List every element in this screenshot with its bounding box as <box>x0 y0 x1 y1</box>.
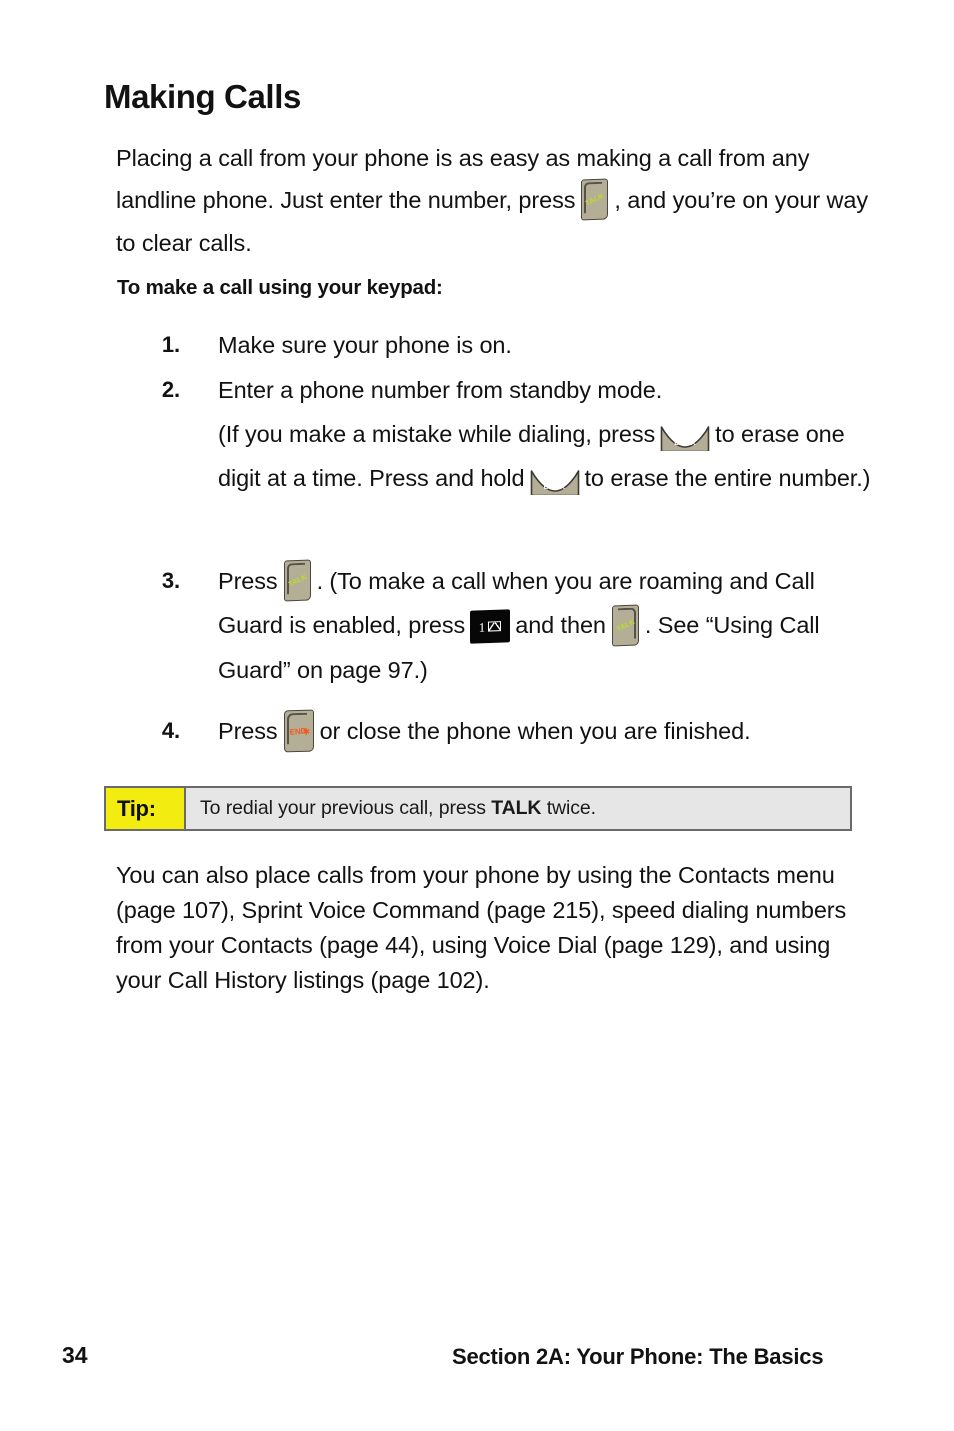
talk-key-label: TALK <box>584 192 606 208</box>
list-item-step-2: 2. Enter a phone number from standby mod… <box>140 368 880 500</box>
list-item-step-1: 1. Make sure your phone is on. <box>140 323 860 367</box>
tip-body: To redial your previous call, press TALK… <box>186 788 850 829</box>
envelope-icon <box>488 620 502 632</box>
back-key-shape <box>530 469 579 495</box>
step3-text-c: and then <box>515 612 606 639</box>
list-item-step-3: 3. Press TALK. (To make a call when you a… <box>140 559 880 692</box>
talk-key-icon: TALK <box>611 604 639 647</box>
step-number: 2. <box>161 377 180 402</box>
tip-label: Tip: <box>106 788 186 829</box>
talk-key-label: TALK <box>615 617 636 633</box>
step-number: 3. <box>161 568 180 593</box>
step-text: Make sure your phone is on. <box>218 332 512 358</box>
step4-text-a: Press <box>218 718 278 744</box>
list-item-step-4: 4. Press END ✱ or close the phone when y… <box>140 709 880 754</box>
end-key-symbol: ✱ <box>302 726 310 737</box>
page-title: Making Calls <box>104 78 301 115</box>
step-text: Enter a phone number from standby mode. … <box>218 368 880 500</box>
voicemail-one-key-icon: 1 <box>470 608 511 644</box>
back-key-icon: BACK <box>530 467 580 495</box>
step-text: Press END ✱ or close the phone when you … <box>218 709 880 754</box>
tip-text-before: To redial your previous call, press <box>200 797 486 819</box>
step2-text-d: to erase the entire number.) <box>584 465 871 491</box>
talk-key-icon: TALK <box>581 178 609 221</box>
step2-text-b: (If you make a mistake while dialing, pr… <box>218 421 656 447</box>
closing-paragraph: You can also place calls from your phone… <box>116 862 847 993</box>
one-key-inner: 1 <box>470 618 510 634</box>
tip-text-after: twice. <box>546 797 596 819</box>
talk-key-icon: TALK <box>283 559 311 602</box>
step3-text-a: Press <box>218 568 278 594</box>
step4-text-b: or close the phone when you are finished… <box>319 718 751 744</box>
footer-section-title: Section 2A: Your Phone: The Basics <box>452 1344 824 1369</box>
tip-key-name: TALK <box>491 797 542 819</box>
back-key-label: BACK <box>543 483 566 491</box>
end-key-icon: END ✱ <box>283 709 314 753</box>
intro-paragraph: Placing a call from your phone is as eas… <box>116 137 876 264</box>
step-number: 4. <box>161 718 180 743</box>
footer-page-number: 34 <box>62 1342 88 1368</box>
lead-in-heading: To make a call using your keypad: <box>117 276 443 299</box>
back-key-label: BACK <box>674 439 697 447</box>
back-key-shape <box>660 425 710 451</box>
step-number: 1. <box>161 332 180 357</box>
step-text: Press TALK. (To make a call when you are … <box>218 559 880 692</box>
tip-callout: Tip: To redial your previous call, press… <box>104 786 852 831</box>
step2-line-a: Enter a phone number from standby mode. <box>218 377 663 403</box>
talk-key-label: TALK <box>286 573 308 589</box>
back-key-icon: BACK <box>660 423 710 451</box>
one-key-digit: 1 <box>479 618 486 634</box>
document-page: Making Calls Placing a call from your ph… <box>0 0 954 1431</box>
